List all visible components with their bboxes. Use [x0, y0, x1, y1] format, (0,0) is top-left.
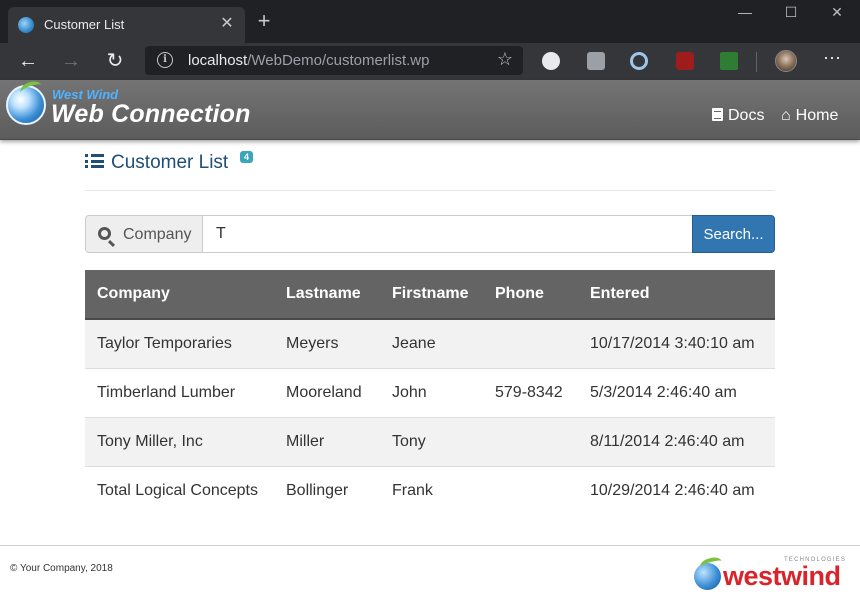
minimize-icon[interactable]: — [730, 4, 760, 20]
list-icon [85, 153, 104, 169]
back-icon[interactable]: ← [14, 48, 42, 76]
profile-avatar[interactable] [775, 50, 797, 72]
column-header-firstname[interactable]: Firstname [380, 270, 483, 320]
window-close-icon[interactable]: ✕ [822, 4, 852, 21]
logo-wordmark: westwind [723, 561, 841, 591]
title-divider [85, 190, 775, 191]
count-badge: 4 [240, 151, 254, 163]
cell-firstname: Tony [380, 416, 483, 466]
maximize-icon[interactable]: ☐ [776, 4, 806, 21]
brand-title[interactable]: Web Connection [51, 100, 251, 129]
new-tab-icon[interactable]: + [253, 9, 275, 33]
column-header-phone[interactable]: Phone [483, 270, 578, 320]
table-row[interactable]: Total Logical Concepts Bollinger Frank 1… [85, 465, 775, 515]
cell-company[interactable]: Total Logical Concepts [85, 465, 274, 515]
cell-phone [483, 416, 578, 466]
cell-company[interactable]: Taylor Temporaries [85, 318, 274, 368]
column-header-lastname[interactable]: Lastname [274, 270, 380, 320]
close-tab-icon[interactable]: ✕ [217, 13, 237, 33]
browser-toolbar: ← → ↻ i localhost/WebDemo/customerlist.w… [0, 43, 860, 80]
browser-tab[interactable]: Customer List ✕ [8, 7, 245, 43]
site-info-icon[interactable]: i [157, 52, 173, 68]
copyright-text: © Your Company, 2018 [10, 563, 113, 574]
cell-phone [483, 465, 578, 515]
cell-firstname: Jeane [380, 318, 483, 368]
cell-entered: 10/17/2014 3:40:10 am [578, 318, 775, 368]
home-icon: ⌂ [781, 107, 791, 124]
cell-lastname: Meyers [274, 318, 380, 368]
column-header-entered[interactable]: Entered [578, 270, 775, 320]
cell-company[interactable]: Tony Miller, Inc [85, 416, 274, 466]
ublock-icon[interactable] [676, 52, 694, 70]
cell-entered: 10/29/2014 2:46:40 am [578, 465, 775, 515]
cell-lastname: Miller [274, 416, 380, 466]
book-icon [712, 108, 723, 121]
cell-lastname: Bollinger [274, 465, 380, 515]
search-button[interactable]: Search... [692, 215, 775, 253]
search-form: Company Search... [85, 215, 775, 253]
search-icon [98, 227, 111, 240]
tab-title: Customer List [44, 17, 125, 32]
table-header-row: Company Lastname Firstname Phone Entered [85, 270, 775, 320]
customer-table: Company Lastname Firstname Phone Entered… [85, 270, 775, 515]
extension-2-icon[interactable] [587, 52, 605, 70]
cell-lastname: Mooreland [274, 367, 380, 417]
nav-home-link[interactable]: ⌂ Home [781, 107, 838, 125]
address-bar[interactable]: i localhost/WebDemo/customerlist.wp ☆ [145, 46, 523, 75]
page-title: Customer List [85, 152, 228, 174]
cell-entered: 8/11/2014 2:46:40 am [578, 416, 775, 466]
site-favicon-icon [18, 17, 34, 33]
search-field-addon: Company [85, 215, 203, 253]
browser-titlebar: Customer List ✕ + — ☐ ✕ [0, 0, 860, 43]
cell-company[interactable]: Timberland Lumber [85, 367, 274, 417]
cell-phone: 579-8342 [483, 367, 578, 417]
reload-icon[interactable]: ↻ [101, 48, 129, 76]
forward-icon[interactable]: → [57, 48, 85, 76]
app-header: West Wind Web Connection Docs ⌂ Home [0, 78, 860, 140]
menu-icon[interactable]: ⋯ [820, 48, 844, 69]
company-search-input[interactable] [202, 215, 693, 253]
page-footer: © Your Company, 2018 TECHNOLOGIES westwi… [0, 545, 860, 604]
table-row[interactable]: Taylor Temporaries Meyers Jeane 10/17/20… [85, 318, 775, 368]
extension-3-icon[interactable] [630, 52, 648, 70]
toolbar-divider [756, 52, 757, 72]
download-extension-icon[interactable] [720, 52, 738, 70]
cell-entered: 5/3/2014 2:46:40 am [578, 367, 775, 417]
westwind-footer-logo[interactable]: TECHNOLOGIES westwind [694, 555, 848, 594]
column-header-company[interactable]: Company [85, 270, 274, 320]
cell-firstname: Frank [380, 465, 483, 515]
table-row[interactable]: Timberland Lumber Mooreland John 579-834… [85, 367, 775, 417]
nav-docs-link[interactable]: Docs [712, 107, 764, 125]
cell-phone [483, 318, 578, 368]
table-row[interactable]: Tony Miller, Inc Miller Tony 8/11/2014 2… [85, 416, 775, 466]
cell-firstname: John [380, 367, 483, 417]
extension-1-icon[interactable] [542, 52, 560, 70]
bookmark-star-icon[interactable]: ☆ [497, 49, 513, 70]
search-field-label: Company [123, 226, 192, 243]
url-text: localhost/WebDemo/customerlist.wp [188, 52, 430, 69]
